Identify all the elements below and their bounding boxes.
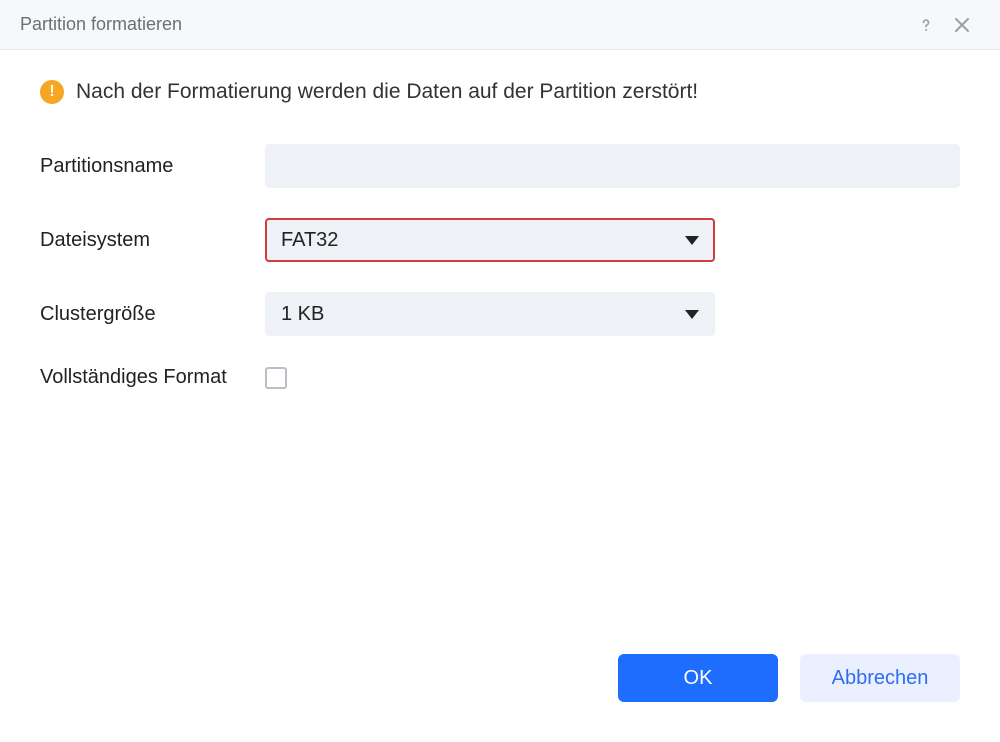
- partitionsname-input[interactable]: [265, 144, 960, 188]
- dateisystem-select[interactable]: FAT32: [265, 218, 715, 262]
- vollstaendiges-format-checkbox[interactable]: [265, 367, 287, 389]
- row-vollstaendiges-format: Vollständiges Format: [40, 366, 960, 389]
- clustergroesse-select[interactable]: 1 KB: [265, 292, 715, 336]
- row-clustergroesse: Clustergröße 1 KB: [40, 292, 960, 336]
- window-title: Partition formatieren: [20, 14, 908, 35]
- help-icon: [916, 15, 936, 35]
- close-button[interactable]: [944, 7, 980, 43]
- clustergroesse-value: 1 KB: [281, 303, 685, 326]
- warning-text: Nach der Formatierung werden die Daten a…: [76, 80, 698, 104]
- label-dateisystem: Dateisystem: [40, 229, 265, 252]
- warning-icon: !: [40, 80, 64, 104]
- row-dateisystem: Dateisystem FAT32: [40, 218, 960, 262]
- row-partitionsname: Partitionsname: [40, 144, 960, 188]
- button-row: OK Abbrechen: [40, 634, 960, 732]
- help-button[interactable]: [908, 7, 944, 43]
- warning-row: ! Nach der Formatierung werden die Daten…: [40, 80, 960, 104]
- dialog-content: ! Nach der Formatierung werden die Daten…: [0, 50, 1000, 742]
- dateisystem-value: FAT32: [281, 229, 685, 252]
- label-vollstaendiges-format: Vollständiges Format: [40, 366, 265, 389]
- titlebar: Partition formatieren: [0, 0, 1000, 50]
- chevron-down-icon: [685, 310, 699, 319]
- ok-button[interactable]: OK: [618, 654, 778, 702]
- label-partitionsname: Partitionsname: [40, 155, 265, 178]
- form: Partitionsname Dateisystem FAT32 Cluster…: [40, 144, 960, 389]
- chevron-down-icon: [685, 236, 699, 245]
- cancel-button[interactable]: Abbrechen: [800, 654, 960, 702]
- close-icon: [953, 16, 971, 34]
- label-clustergroesse: Clustergröße: [40, 303, 265, 326]
- dialog-window: Partition formatieren ! Nach der Formati…: [0, 0, 1000, 742]
